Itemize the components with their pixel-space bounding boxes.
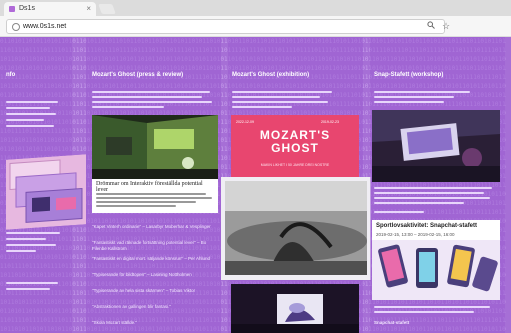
text-line bbox=[232, 101, 328, 103]
text-line bbox=[6, 244, 56, 246]
press-link[interactable]: "Typiserande av hela sista skärmen" – To… bbox=[92, 288, 214, 294]
text-line bbox=[6, 113, 56, 115]
dance-performance-photo[interactable] bbox=[221, 177, 371, 280]
text-line bbox=[232, 96, 320, 98]
address-bar[interactable]: www.0s1s.net bbox=[6, 19, 445, 34]
text-line bbox=[96, 197, 212, 199]
collage-screenshots-image bbox=[6, 154, 86, 230]
text-line bbox=[96, 205, 176, 207]
snapchat-phones-image bbox=[372, 240, 500, 300]
text-line bbox=[374, 187, 492, 189]
text-line bbox=[96, 193, 206, 195]
workshop-photo[interactable] bbox=[372, 110, 500, 182]
snapchat-stafett-card[interactable]: Sportlovsaktivitet: Snapchat-stafett 201… bbox=[372, 220, 500, 300]
new-tab-button[interactable] bbox=[98, 4, 116, 14]
poster-title-line2: GHOST bbox=[271, 141, 319, 155]
tab-bar: Ds1s × bbox=[0, 0, 511, 16]
press-link[interactable]: "Skola Mozart ställde." bbox=[92, 320, 214, 326]
text-line bbox=[6, 238, 46, 240]
text-line bbox=[6, 101, 58, 103]
column-title-exhibition: Mozart's Ghost (exhibition) bbox=[232, 72, 310, 78]
column-workshop: Snap-Stafett (workshop) Sportlovsaktivit… bbox=[370, 37, 505, 333]
projection-installation-photo[interactable] bbox=[231, 284, 359, 333]
poster-subtitle: MAKIN LIKHET I 50 JAHRE DREI NOSTRE bbox=[260, 163, 330, 167]
text-line bbox=[232, 106, 292, 108]
poster-date-left: 2022-12-09 bbox=[236, 120, 254, 124]
page-content: 0110101101011010110101101011010110101101… bbox=[0, 37, 511, 333]
press-link[interactable]: "Kapet Vinterh ordinarie" – Lasarbyr Mob… bbox=[92, 224, 214, 230]
column-press-review: Mozart's Ghost (press & review) Drömmar … bbox=[86, 37, 221, 333]
text-line bbox=[96, 201, 196, 203]
text-line bbox=[6, 107, 50, 109]
browser-chrome: Ds1s × www.0s1s.net ☆ bbox=[0, 0, 511, 37]
column-title-press: Mozart's Ghost (press & review) bbox=[92, 72, 184, 78]
url-text: www.0s1s.net bbox=[23, 23, 67, 30]
tab-title: Ds1s bbox=[19, 5, 35, 12]
snap-card-date: 2019-02-15, 13:00 – 2019-02-15, 16:00 bbox=[376, 232, 455, 237]
text-line bbox=[6, 232, 60, 234]
press-link[interactable]: "Typiserande för bildtopen" – Lasining N… bbox=[92, 272, 214, 278]
text-line bbox=[92, 96, 202, 98]
poster-date-right: 2019-02-23 bbox=[321, 120, 339, 124]
text-line bbox=[374, 311, 474, 313]
text-line bbox=[374, 192, 484, 194]
text-line bbox=[6, 288, 50, 290]
text-line bbox=[92, 106, 164, 108]
text-line bbox=[232, 91, 332, 93]
column-title-workshop: Snap-Stafett (workshop) bbox=[374, 72, 444, 78]
favicon-icon bbox=[9, 6, 15, 12]
snap-footer-label: Snapchat-stafett bbox=[374, 320, 410, 325]
text-line bbox=[92, 91, 210, 93]
browser-tab[interactable]: Ds1s × bbox=[4, 2, 96, 16]
news-article-card[interactable]: Drömmar om Interaktiv föreställda potent… bbox=[92, 115, 218, 213]
snap-card-title: Sportlovsaktivitet: Snapchat-stafett bbox=[376, 223, 478, 229]
globe-icon bbox=[12, 23, 20, 31]
text-line bbox=[374, 91, 470, 93]
text-line bbox=[92, 101, 212, 103]
column-title-info: nfo bbox=[6, 72, 16, 78]
star-icon[interactable]: ☆ bbox=[442, 19, 450, 33]
text-line bbox=[374, 202, 464, 204]
text-line bbox=[374, 197, 490, 199]
text-line bbox=[374, 101, 444, 103]
text-line bbox=[6, 125, 54, 127]
close-tab-icon[interactable]: × bbox=[86, 2, 91, 16]
text-line bbox=[6, 119, 44, 121]
news-headline: Drömmar om Interaktiv föreställda potent… bbox=[96, 181, 203, 193]
exhibition-photo bbox=[92, 115, 218, 179]
text-line bbox=[374, 96, 454, 98]
press-link[interactable]: "Fantastiskt en digital mort. säljande k… bbox=[92, 256, 214, 262]
text-line bbox=[374, 306, 490, 308]
press-link[interactable]: "Abstraktionen av gallingen blir fantasi… bbox=[92, 304, 214, 310]
mozarts-ghost-poster[interactable]: 2022-12-09 2019-02-23 MOZART'S GHOST MAK… bbox=[231, 115, 359, 177]
magnifier-icon[interactable] bbox=[427, 19, 435, 33]
text-line bbox=[374, 211, 424, 213]
press-link[interactable]: "Fantastiskt vad räknade fortsättning po… bbox=[92, 240, 214, 252]
text-line bbox=[6, 250, 36, 252]
text-line bbox=[6, 282, 58, 284]
